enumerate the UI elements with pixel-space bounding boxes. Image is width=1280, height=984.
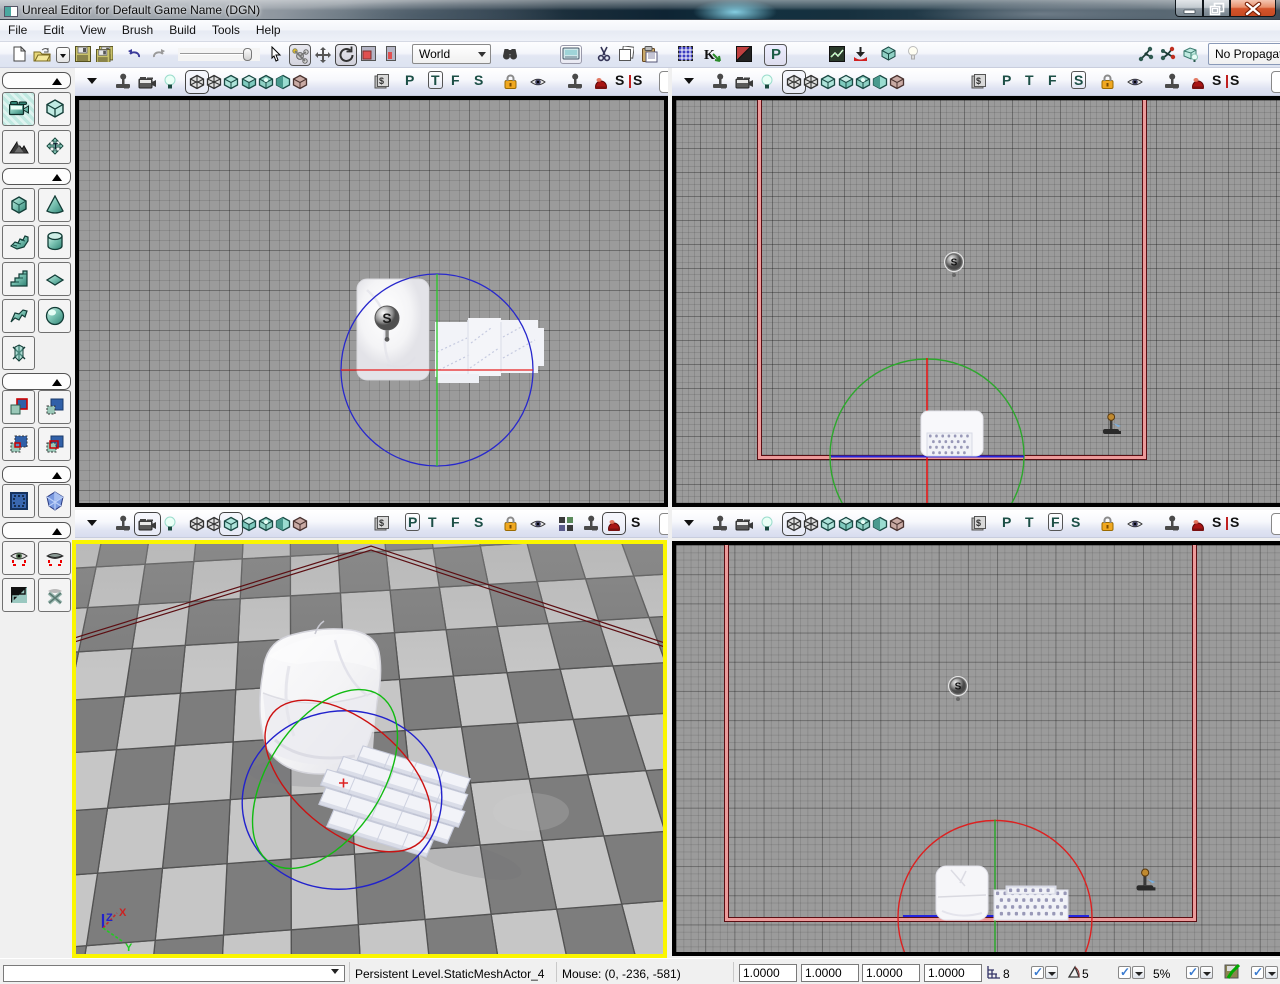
svg-text:$: $ [379, 518, 384, 528]
svg-text:S: S [382, 311, 391, 326]
svg-text:Z: Z [106, 912, 113, 924]
svg-text:$: $ [976, 518, 981, 528]
svg-text:S: S [951, 258, 958, 269]
svg-text:T: T [53, 142, 58, 151]
svg-text:X: X [119, 907, 127, 919]
svg-text:$: $ [976, 76, 981, 86]
svg-text:Y: Y [125, 942, 133, 954]
svg-text:S: S [955, 682, 962, 693]
svg-text:$: $ [379, 76, 384, 86]
